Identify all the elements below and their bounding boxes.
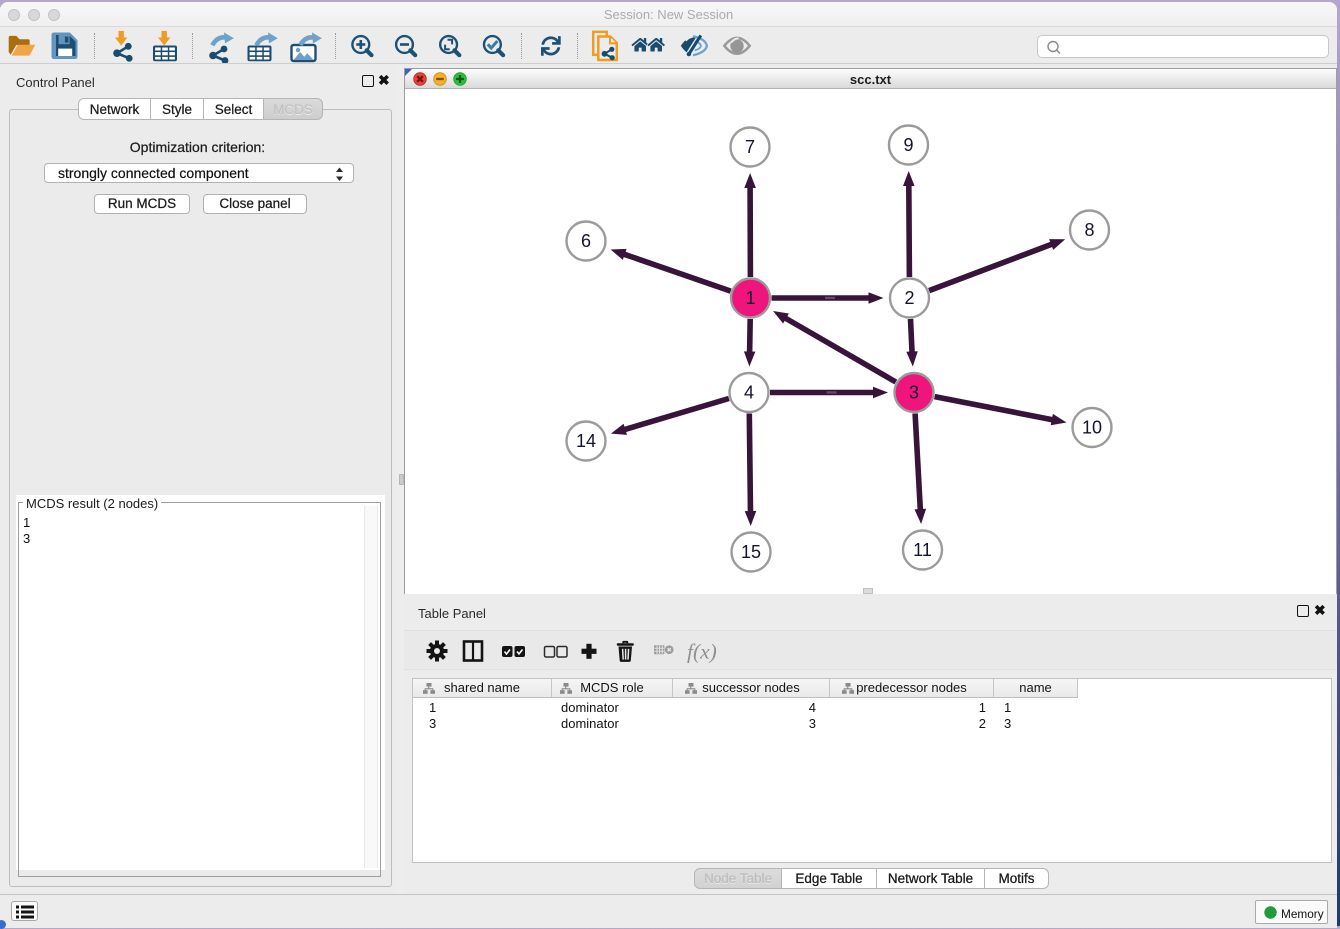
svg-text:7: 7 xyxy=(745,137,755,157)
svg-text:15: 15 xyxy=(741,542,761,562)
svg-text:1: 1 xyxy=(745,288,755,308)
svg-text:3: 3 xyxy=(909,382,919,402)
svg-text:6: 6 xyxy=(581,231,591,251)
svg-text:14: 14 xyxy=(576,431,596,451)
svg-text:f(x): f(x) xyxy=(687,640,717,664)
svg-text:10: 10 xyxy=(1082,417,1102,437)
svg-text:11: 11 xyxy=(913,540,932,560)
svg-text:9: 9 xyxy=(903,135,913,155)
svg-text:8: 8 xyxy=(1084,220,1094,240)
svg-text:2: 2 xyxy=(904,288,914,308)
svg-text:4: 4 xyxy=(744,382,754,402)
